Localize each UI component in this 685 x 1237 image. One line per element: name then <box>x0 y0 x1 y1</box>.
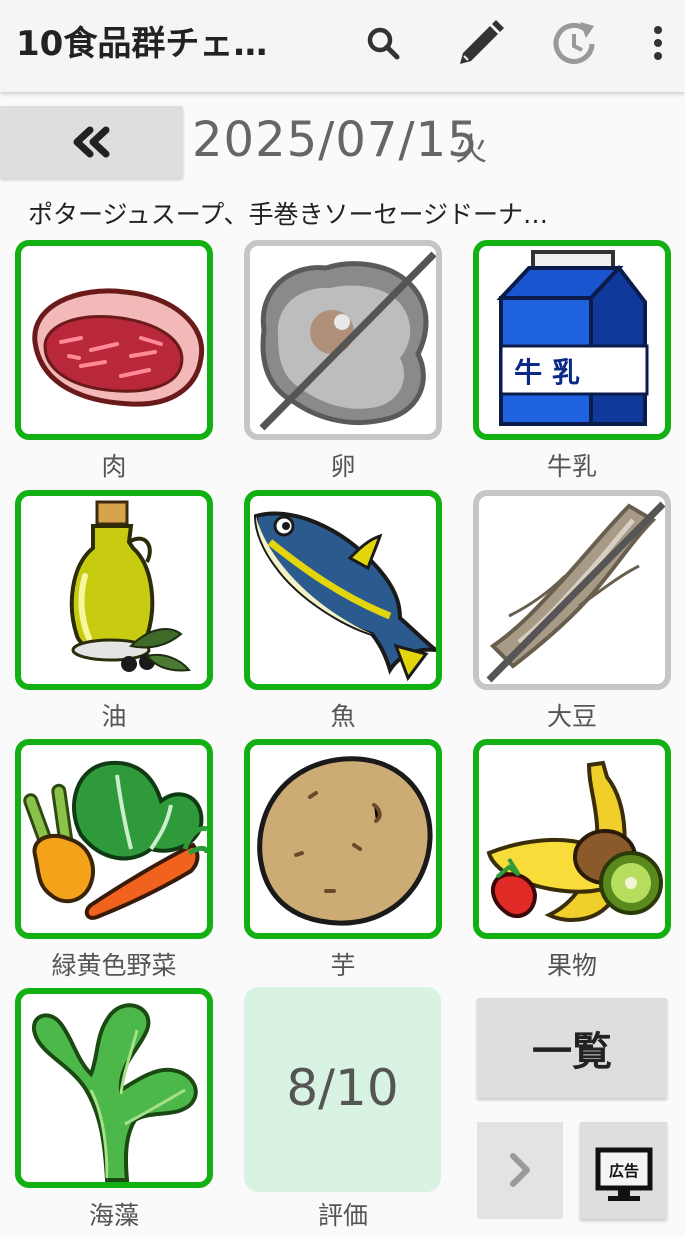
more-vert-icon[interactable] <box>632 16 672 72</box>
milk-carton-icon: 牛 乳 <box>496 250 649 426</box>
food-group-potato[interactable] <box>244 739 442 939</box>
vegetables-icon <box>23 760 207 920</box>
food-group-label: 卵 <box>330 452 356 481</box>
fish-icon <box>253 511 436 682</box>
food-group-egg[interactable] <box>244 240 442 440</box>
food-group-meat[interactable] <box>15 240 213 440</box>
weekday-display: 火 <box>455 130 488 168</box>
meal-description[interactable]: ポタージュスープ、手巻きソーセージドーナ… <box>28 195 548 231</box>
food-group-label: 芋 <box>330 951 356 980</box>
search-icon[interactable] <box>354 16 410 72</box>
double-chevron-left-icon <box>73 126 110 158</box>
soybean-icon <box>486 501 665 683</box>
food-group-label: 果物 <box>546 951 597 980</box>
food-group-label: 緑黄色野菜 <box>51 951 177 980</box>
seaweed-icon <box>31 1003 198 1182</box>
score-card: 8/10 <box>244 987 441 1192</box>
food-group-label: 海藻 <box>88 1201 139 1230</box>
food-group-label: 油 <box>101 702 127 731</box>
pencil-icon[interactable] <box>452 16 508 72</box>
fruits-icon <box>486 760 663 923</box>
app-title: 10食品群チェ… <box>16 24 268 64</box>
food-group-fruits[interactable] <box>473 739 671 939</box>
history-icon[interactable] <box>546 16 602 72</box>
food-group-soybean[interactable] <box>473 490 671 690</box>
egg-icon <box>259 251 436 431</box>
carton-label: 牛 乳 <box>514 356 580 389</box>
food-group-label: 魚 <box>330 702 356 731</box>
food-group-seaweed[interactable] <box>15 988 213 1188</box>
chevron-right-icon <box>510 1153 530 1187</box>
food-group-label: 肉 <box>101 452 127 481</box>
ad-button[interactable]: 広告 <box>580 1122 667 1219</box>
potato-icon <box>257 756 433 926</box>
ad-monitor-icon: 広告 <box>595 1147 653 1201</box>
previous-day-button[interactable] <box>0 106 183 178</box>
food-group-vegetables[interactable] <box>15 739 213 939</box>
list-button[interactable]: 一覧 <box>477 998 667 1098</box>
oil-bottle-icon <box>69 500 191 672</box>
meat-icon <box>32 288 205 407</box>
food-group-label: 牛乳 <box>546 452 597 481</box>
next-button[interactable] <box>477 1122 563 1219</box>
food-group-milk[interactable]: 牛 乳 <box>473 240 671 440</box>
score-value: 8/10 <box>286 1059 399 1117</box>
food-group-label: 大豆 <box>546 702 597 731</box>
app-bar: 10食品群チェ… <box>0 0 685 92</box>
ad-label: 広告 <box>609 1162 639 1180</box>
score-label: 評価 <box>317 1201 368 1230</box>
food-group-fish[interactable] <box>244 490 442 690</box>
food-group-oil[interactable] <box>15 490 213 690</box>
date-display[interactable]: 2025/07/15 <box>192 112 479 168</box>
